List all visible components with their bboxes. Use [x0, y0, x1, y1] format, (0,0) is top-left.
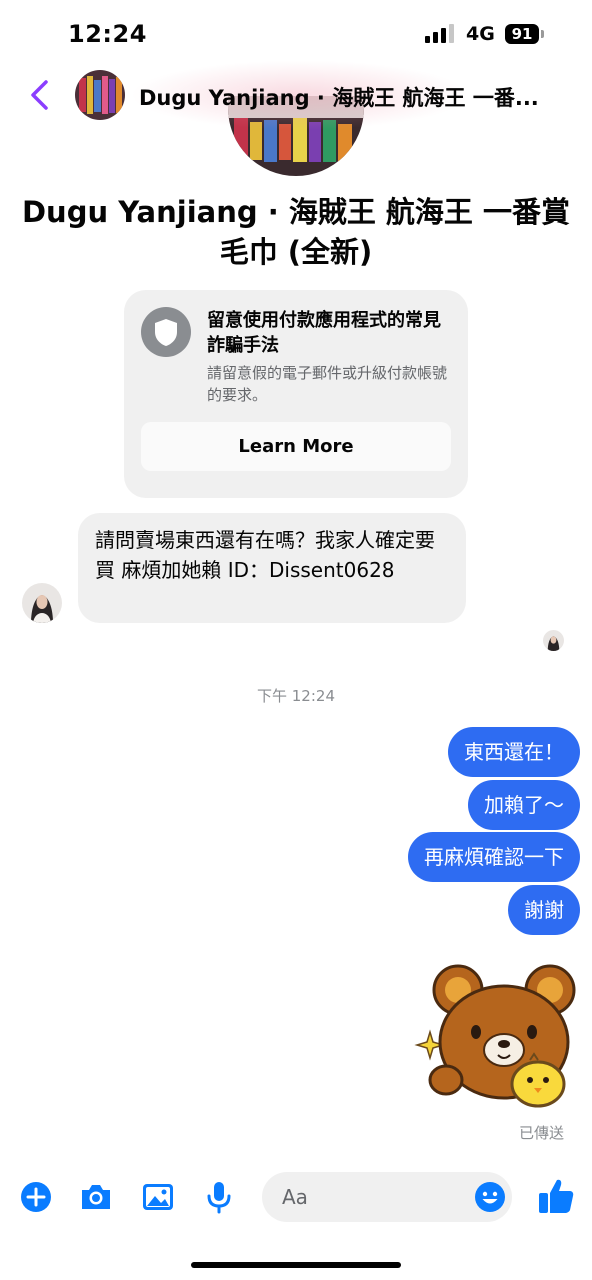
image-icon[interactable] — [140, 1179, 176, 1215]
outgoing-message-bubble[interactable]: 再麻煩確認一下 — [408, 832, 580, 882]
learn-more-button[interactable]: Learn More — [141, 422, 451, 471]
profile-name: Dugu Yanjiang · 海賊王 航海王 一番賞毛巾 (全新) — [21, 195, 571, 269]
outgoing-message-bubble[interactable]: 東西還在！ — [448, 727, 580, 777]
safety-notice-title: 留意使用付款應用程式的常見詐騙手法 — [207, 310, 441, 356]
sender-avatar[interactable] — [22, 583, 62, 623]
back-chevron-icon[interactable] — [26, 78, 54, 112]
sent-status: 已傳送 — [518, 1124, 564, 1142]
camera-icon[interactable] — [78, 1179, 114, 1215]
header-avatar[interactable] — [75, 70, 125, 120]
status-time: 12:24 — [68, 20, 147, 48]
seen-receipt-avatar — [543, 630, 564, 651]
home-indicator — [191, 1262, 401, 1268]
signal-icon — [425, 24, 454, 43]
header-title[interactable]: Dugu Yanjiang · 海賊王 航海王 一番... — [139, 82, 569, 112]
battery-icon: 91 — [505, 24, 539, 44]
battery-nub — [541, 30, 544, 38]
plus-circle-icon[interactable] — [18, 1179, 54, 1215]
outgoing-message-bubble[interactable]: 謝謝 — [508, 885, 580, 935]
message-timestamp: 下午 12:24 — [257, 687, 335, 705]
network-label: 4G — [466, 23, 495, 45]
incoming-message-bubble[interactable]: 請問賣場東西還有在嗎？我家人確定要買 麻煩加她賴 ID：Dissent0628 — [78, 513, 466, 623]
shield-icon — [141, 307, 191, 357]
outgoing-message-bubble[interactable]: 加賴了～ — [468, 780, 580, 830]
thumbs-up-icon[interactable] — [537, 1176, 575, 1216]
safety-notice-body: 請留意假的電子郵件或升級付款帳號的要求。 — [207, 364, 448, 404]
microphone-icon[interactable] — [201, 1179, 237, 1215]
message-input[interactable] — [282, 1172, 462, 1222]
smiley-icon[interactable] — [472, 1179, 508, 1215]
bear-sticker[interactable] — [410, 962, 582, 1112]
